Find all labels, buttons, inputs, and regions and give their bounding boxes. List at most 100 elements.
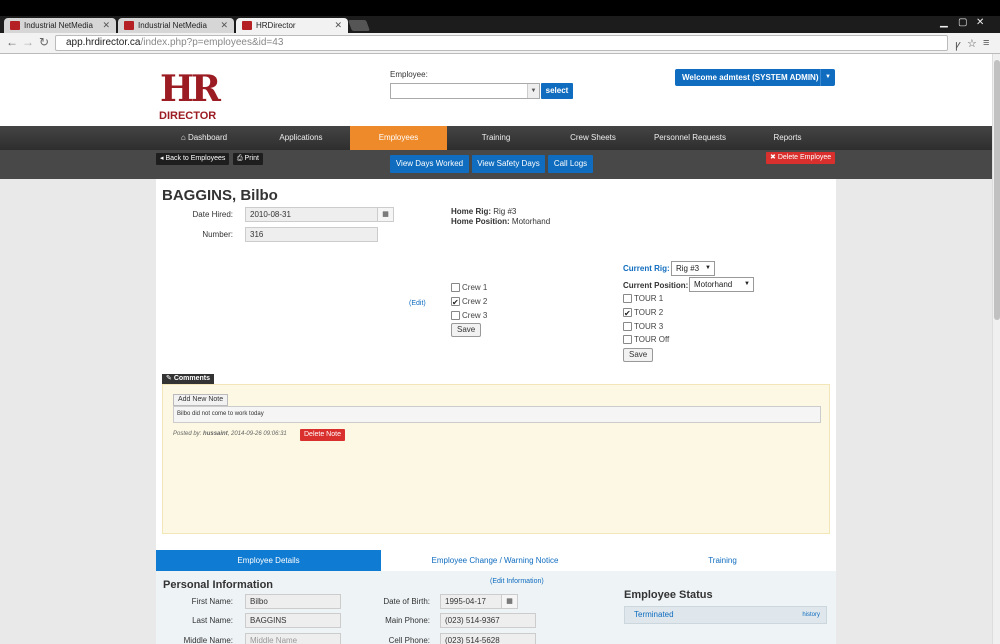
detail-tabs: Employee Details Employee Change / Warni…	[156, 550, 836, 571]
address-bar[interactable]: app.hrdirector.ca/index.php?p=employees&…	[55, 35, 948, 51]
current-rig-label: Current Rig:	[623, 264, 670, 273]
browser-tab-2[interactable]: Industrial NetMedia ✕	[118, 18, 234, 33]
tour-2-checkbox[interactable]: ✔	[623, 308, 632, 318]
print-icon: ⎙	[237, 155, 245, 162]
tab-training[interactable]: Training	[609, 550, 836, 571]
first-name-field[interactable]: Bilbo	[245, 594, 341, 609]
dob-label: Date of Birth:	[383, 597, 430, 606]
add-new-note-button[interactable]: Add New Note	[173, 394, 229, 406]
tab-title: Industrial NetMedia	[24, 21, 93, 30]
reload-icon[interactable]: ↻	[39, 35, 49, 49]
last-name-field[interactable]: BAGGINS	[245, 613, 341, 628]
button-label: Back to Employees	[165, 155, 226, 162]
cell-phone-field[interactable]: (023) 514-5628	[440, 633, 536, 644]
close-icon[interactable]: ✕	[334, 20, 342, 31]
new-tab-button[interactable]	[347, 20, 371, 31]
scrollbar-thumb[interactable]	[994, 60, 1000, 320]
close-icon[interactable]: ✕	[102, 20, 110, 31]
last-name-label: Last Name:	[192, 616, 233, 625]
save-crew-button[interactable]: Save	[451, 323, 482, 337]
nav-applications[interactable]: Applications	[252, 126, 350, 150]
wrench-icon[interactable]: ꝩ	[955, 37, 961, 52]
date-hired-field[interactable]: 2010-08-31	[245, 207, 378, 222]
bookmark-star-icon[interactable]: ☆	[967, 37, 977, 50]
nav-crew-sheets[interactable]: Crew Sheets	[545, 126, 641, 150]
close-icon[interactable]: ✕	[220, 20, 228, 31]
employee-status-title: Employee Status	[624, 589, 713, 601]
tab-employee-details[interactable]: Employee Details	[156, 550, 381, 571]
maximize-icon[interactable]: ▢	[958, 17, 967, 28]
nav-label: Dashboard	[187, 133, 228, 142]
dob-field[interactable]: 1995-04-17	[440, 594, 502, 609]
window-close-icon[interactable]: ✕	[976, 17, 984, 28]
edit-information-link[interactable]: (Edit Information)	[490, 578, 544, 585]
employee-panel: BAGGINS, Bilbo Date Hired: 2010-08-31 ▦ …	[156, 179, 836, 644]
current-position-value: Motorhand	[694, 280, 733, 289]
nav-dashboard[interactable]: ⌂ Dashboard	[156, 126, 252, 150]
browser-tab-1[interactable]: Industrial NetMedia ✕	[4, 18, 116, 33]
home-position-label: Home Position:	[451, 217, 510, 226]
nav-reports[interactable]: Reports	[739, 126, 836, 150]
tab-strip: Industrial NetMedia ✕ Industrial NetMedi…	[0, 16, 1000, 33]
tour-1-checkbox[interactable]	[623, 294, 632, 303]
title-bar	[0, 0, 1000, 16]
close-icon: ✖	[770, 154, 778, 161]
page-scrollbar[interactable]	[992, 54, 1000, 644]
view-safety-days-button[interactable]: View Safety Days	[472, 155, 545, 173]
home-rig-label: Home Rig:	[451, 207, 491, 216]
history-link[interactable]: history	[802, 607, 820, 623]
employee-status-value: Terminated	[634, 610, 674, 619]
tour-off-label: TOUR Off	[634, 335, 670, 344]
call-logs-button[interactable]: Call Logs	[548, 155, 593, 173]
check-icon: ✔	[624, 309, 631, 318]
calendar-icon[interactable]: ▦	[377, 207, 394, 222]
posted-user: hussaint	[203, 431, 228, 437]
tour-3-checkbox[interactable]	[623, 322, 632, 331]
personal-info-title: Personal Information	[163, 579, 274, 591]
back-to-employees-button[interactable]: ◂ Back to Employees	[156, 153, 230, 165]
save-tour-button[interactable]: Save	[623, 348, 654, 362]
tour-off-checkbox[interactable]	[623, 335, 632, 344]
chevron-down-icon: ▼	[705, 265, 711, 271]
sub-toolbar: ◂ Back to Employees ⎙ Print View Days Wo…	[0, 150, 992, 179]
forward-arrow-icon[interactable]: →	[22, 35, 34, 49]
delete-note-button[interactable]: Delete Note	[300, 429, 345, 441]
select-employee-button[interactable]: select	[541, 83, 573, 99]
home-rig-value: Rig #3	[493, 207, 517, 216]
crew-1-checkbox[interactable]	[451, 283, 460, 292]
edit-employee-link[interactable]: (Edit)	[409, 300, 426, 307]
delete-employee-button[interactable]: ✖ Delete Employee	[766, 152, 836, 164]
note-text: Bilbo did not come to work today	[173, 406, 821, 423]
crew-2-label: Crew 2	[462, 297, 488, 306]
comments-tab[interactable]: ✎ Comments	[162, 374, 214, 384]
favicon-icon	[10, 21, 20, 30]
browser-tab-3[interactable]: HRDirector ✕	[236, 18, 348, 33]
home-rig: Home Rig: Rig #3	[451, 207, 516, 216]
middle-name-field[interactable]: Middle Name	[245, 633, 341, 644]
back-arrow-icon[interactable]: ←	[6, 35, 18, 49]
employee-number-field[interactable]: 316	[245, 227, 378, 242]
current-rig-select[interactable]: Rig #3 ▼	[671, 261, 715, 276]
nav-personnel-requests[interactable]: Personnel Requests	[641, 126, 739, 150]
welcome-role: (SYSTEM ADMIN)	[749, 73, 819, 82]
nav-training[interactable]: Training	[447, 126, 545, 150]
menu-icon[interactable]: ≡	[983, 37, 989, 49]
posted-prefix: Posted by:	[173, 431, 204, 437]
hrdirector-logo[interactable]: HR	[160, 70, 221, 108]
calendar-icon[interactable]: ▦	[501, 594, 518, 609]
employee-select[interactable]: ▼	[390, 83, 540, 99]
user-menu-button[interactable]: Welcome admtest (SYSTEM ADMIN) ▼	[675, 69, 835, 86]
print-button[interactable]: ⎙ Print	[233, 153, 263, 165]
tour-2-label: TOUR 2	[634, 308, 664, 317]
current-position-select[interactable]: Motorhand ▼	[689, 277, 754, 292]
nav-employees[interactable]: Employees	[350, 126, 447, 150]
view-days-worked-button[interactable]: View Days Worked	[390, 155, 469, 173]
tab-change-warning-notice[interactable]: Employee Change / Warning Notice	[381, 550, 609, 571]
chevron-down-icon: ▼	[820, 69, 835, 86]
crew-3-checkbox[interactable]	[451, 311, 460, 320]
crew-2-checkbox[interactable]: ✔	[451, 297, 460, 307]
welcome-prefix: Welcome	[682, 73, 720, 82]
main-phone-field[interactable]: (023) 514-9367	[440, 613, 536, 628]
minimize-icon[interactable]: ▁	[940, 17, 948, 28]
first-name-label: First Name:	[191, 597, 233, 606]
